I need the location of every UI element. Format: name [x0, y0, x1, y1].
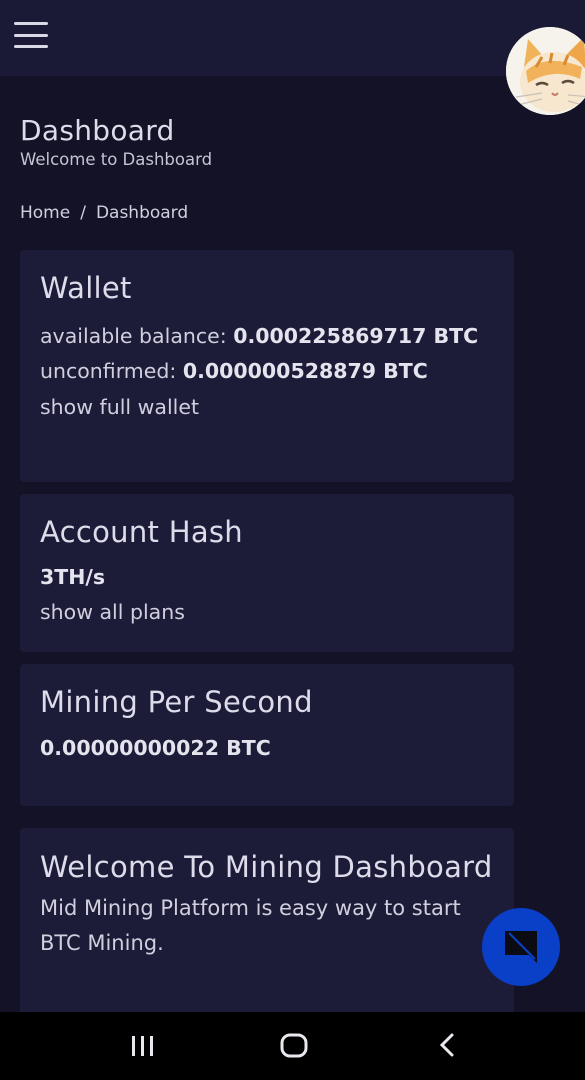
- account-hash-title: Account Hash: [40, 515, 243, 549]
- user-avatar[interactable]: [506, 27, 585, 115]
- available-balance-value: 0.000225869717 BTC: [233, 324, 479, 348]
- mining-rate-value: 0.00000000022 BTC: [40, 736, 271, 760]
- mining-rate: 0.00000000022 BTC: [40, 731, 494, 765]
- unconfirmed-label: unconfirmed:: [40, 359, 177, 383]
- unconfirmed-value: 0.000000528879 BTC: [182, 359, 428, 383]
- wallet-title: Wallet: [40, 271, 132, 305]
- recents-icon[interactable]: [130, 1030, 156, 1064]
- chat-bubble-icon: [505, 931, 537, 963]
- mining-per-second-title: Mining Per Second: [40, 685, 313, 719]
- show-all-plans-link[interactable]: show all plans: [40, 594, 494, 630]
- breadcrumb-home-link[interactable]: Home: [20, 203, 70, 223]
- breadcrumb-separator: /: [80, 203, 86, 223]
- chat-button[interactable]: [482, 908, 560, 986]
- top-bar: [0, 0, 585, 76]
- page-subtitle: Welcome to Dashboard: [20, 150, 213, 169]
- app-screen: Dashboard Welcome to Dashboard Home / Da…: [0, 0, 585, 1080]
- account-hash-card: Account Hash 3TH/s show all plans: [20, 494, 514, 652]
- hashrate-text: 3TH/s: [40, 565, 106, 589]
- cat-avatar-icon: [506, 27, 585, 115]
- welcome-description: Mid Mining Platform is easy way to start…: [40, 896, 461, 955]
- show-full-wallet-link[interactable]: show full wallet: [40, 389, 494, 425]
- page-title: Dashboard: [20, 114, 175, 147]
- available-balance: available balance: 0.000225869717 BTC: [40, 319, 494, 354]
- available-balance-label: available balance:: [40, 324, 227, 348]
- welcome-title: Welcome To Mining Dashboard: [40, 850, 493, 884]
- unconfirmed-balance: unconfirmed: 0.000000528879 BTC: [40, 354, 494, 389]
- wallet-card: Wallet available balance: 0.000225869717…: [20, 250, 514, 482]
- page-header: Dashboard Welcome to Dashboard: [20, 114, 212, 169]
- hashrate-value: 3TH/s: [40, 560, 494, 594]
- welcome-card: Welcome To Mining Dashboard Mid Mining P…: [20, 828, 514, 1028]
- breadcrumb-current: Dashboard: [95, 203, 189, 223]
- breadcrumb: Home / Dashboard: [20, 203, 188, 223]
- system-navigation-bar: [0, 1012, 585, 1080]
- mining-per-second-card: Mining Per Second 0.00000000022 BTC: [20, 664, 514, 806]
- home-icon[interactable]: [279, 1030, 309, 1064]
- hamburger-menu-icon[interactable]: [14, 22, 48, 48]
- back-icon[interactable]: [436, 1030, 458, 1064]
